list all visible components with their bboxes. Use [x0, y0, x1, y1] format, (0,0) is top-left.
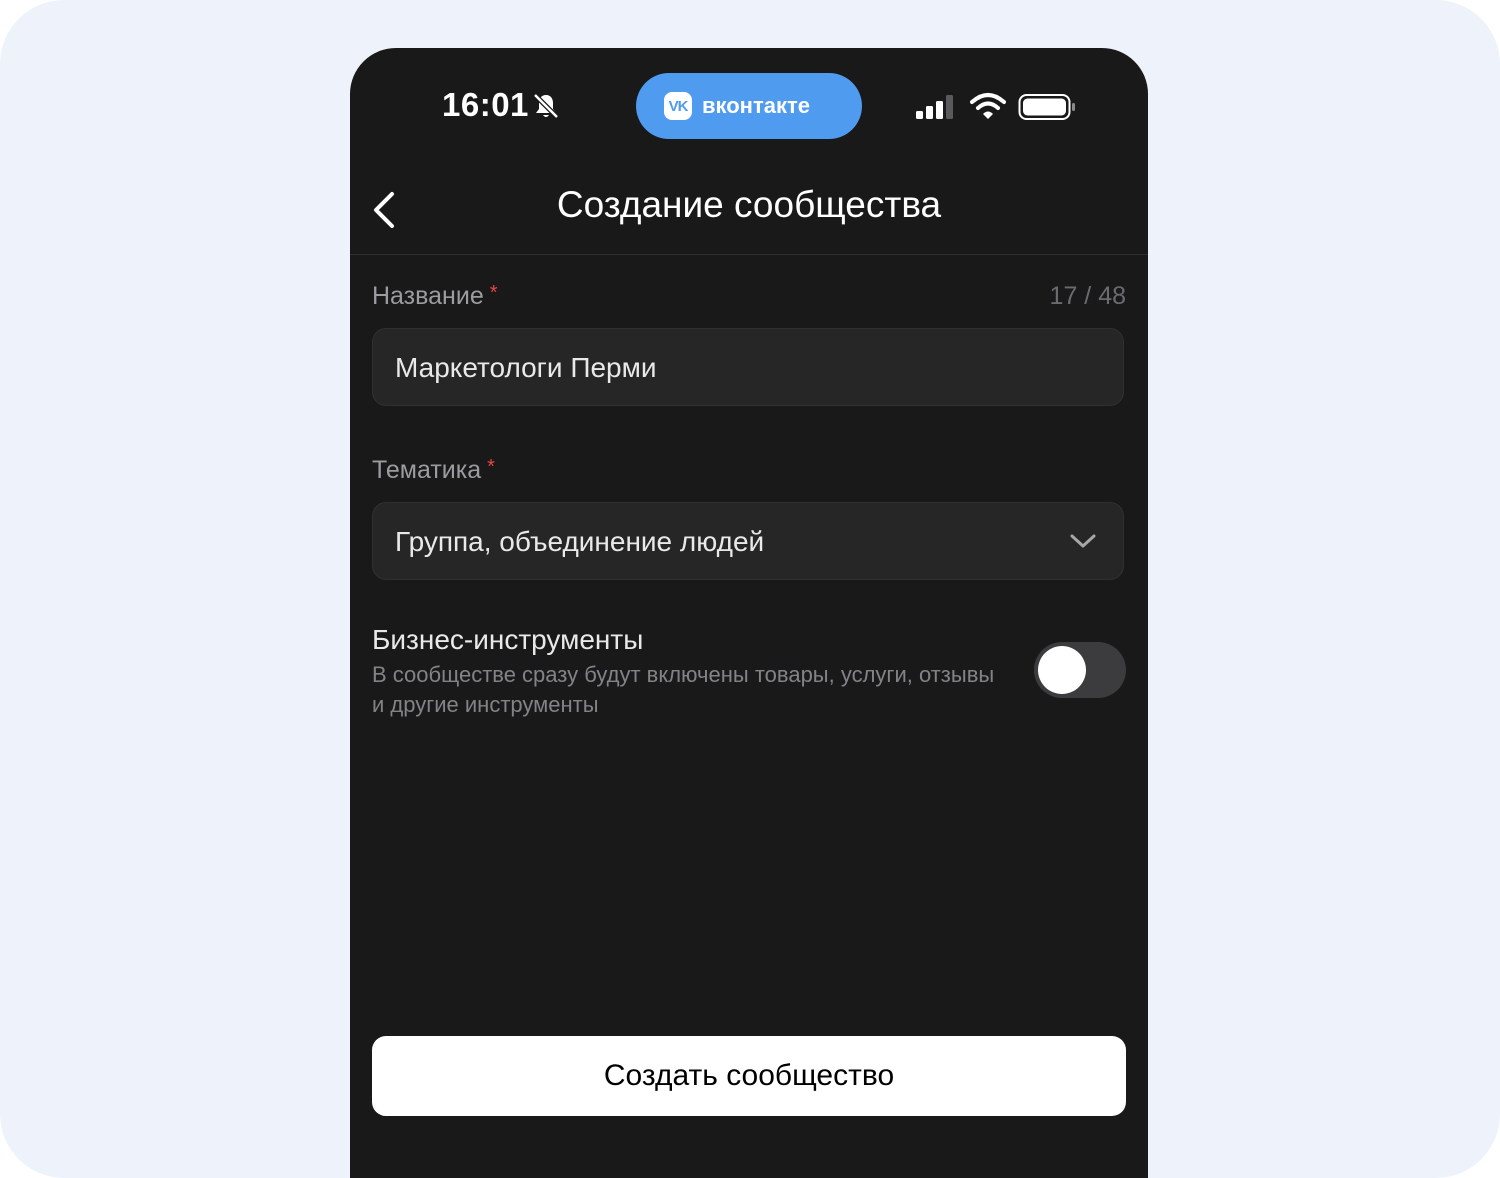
toggle-knob — [1038, 646, 1086, 694]
wifi-icon — [970, 93, 1006, 119]
page-background: 16:01 VK вконтакте Создание сообщества Н… — [0, 0, 1500, 1178]
topic-select[interactable]: Группа, объединение людей — [372, 502, 1124, 580]
name-input[interactable] — [395, 352, 1075, 384]
battery-icon — [1018, 94, 1075, 120]
name-field[interactable] — [372, 328, 1124, 406]
create-community-button[interactable]: Создать сообщество — [372, 1036, 1126, 1116]
business-tools-description: В сообществе сразу будут включены товары… — [372, 662, 995, 717]
cellular-signal-icon — [916, 95, 953, 119]
status-bar: 16:01 VK вконтакте — [350, 48, 1148, 178]
vk-logo-text: VK — [668, 98, 689, 115]
required-mark: * — [489, 282, 498, 304]
bell-muted-icon — [533, 93, 559, 119]
chevron-down-icon — [1070, 534, 1096, 548]
topic-select-value: Группа, объединение людей — [395, 526, 765, 557]
topic-label-text: Тематика — [372, 456, 482, 484]
name-label-text: Название — [372, 282, 484, 310]
status-time: 16:01 — [442, 86, 529, 123]
vk-logo-icon: VK — [664, 92, 692, 120]
business-tools-toggle[interactable] — [1034, 642, 1126, 698]
required-mark: * — [487, 456, 495, 478]
header-divider — [350, 254, 1148, 255]
name-field-label: Название * — [372, 282, 498, 311]
phone-screen: 16:01 VK вконтакте Создание сообщества Н… — [350, 48, 1148, 1178]
nav-bar: Создание сообщества — [350, 178, 1148, 254]
vk-app-label: вконтакте — [702, 93, 811, 118]
business-tools-title: Бизнес-инструменты — [372, 624, 644, 655]
topic-field-label: Тематика * — [372, 456, 495, 485]
name-char-counter: 17 / 48 — [1049, 282, 1126, 310]
page-title: Создание сообщества — [556, 184, 942, 225]
vk-app-pill[interactable]: VK вконтакте — [636, 73, 862, 139]
